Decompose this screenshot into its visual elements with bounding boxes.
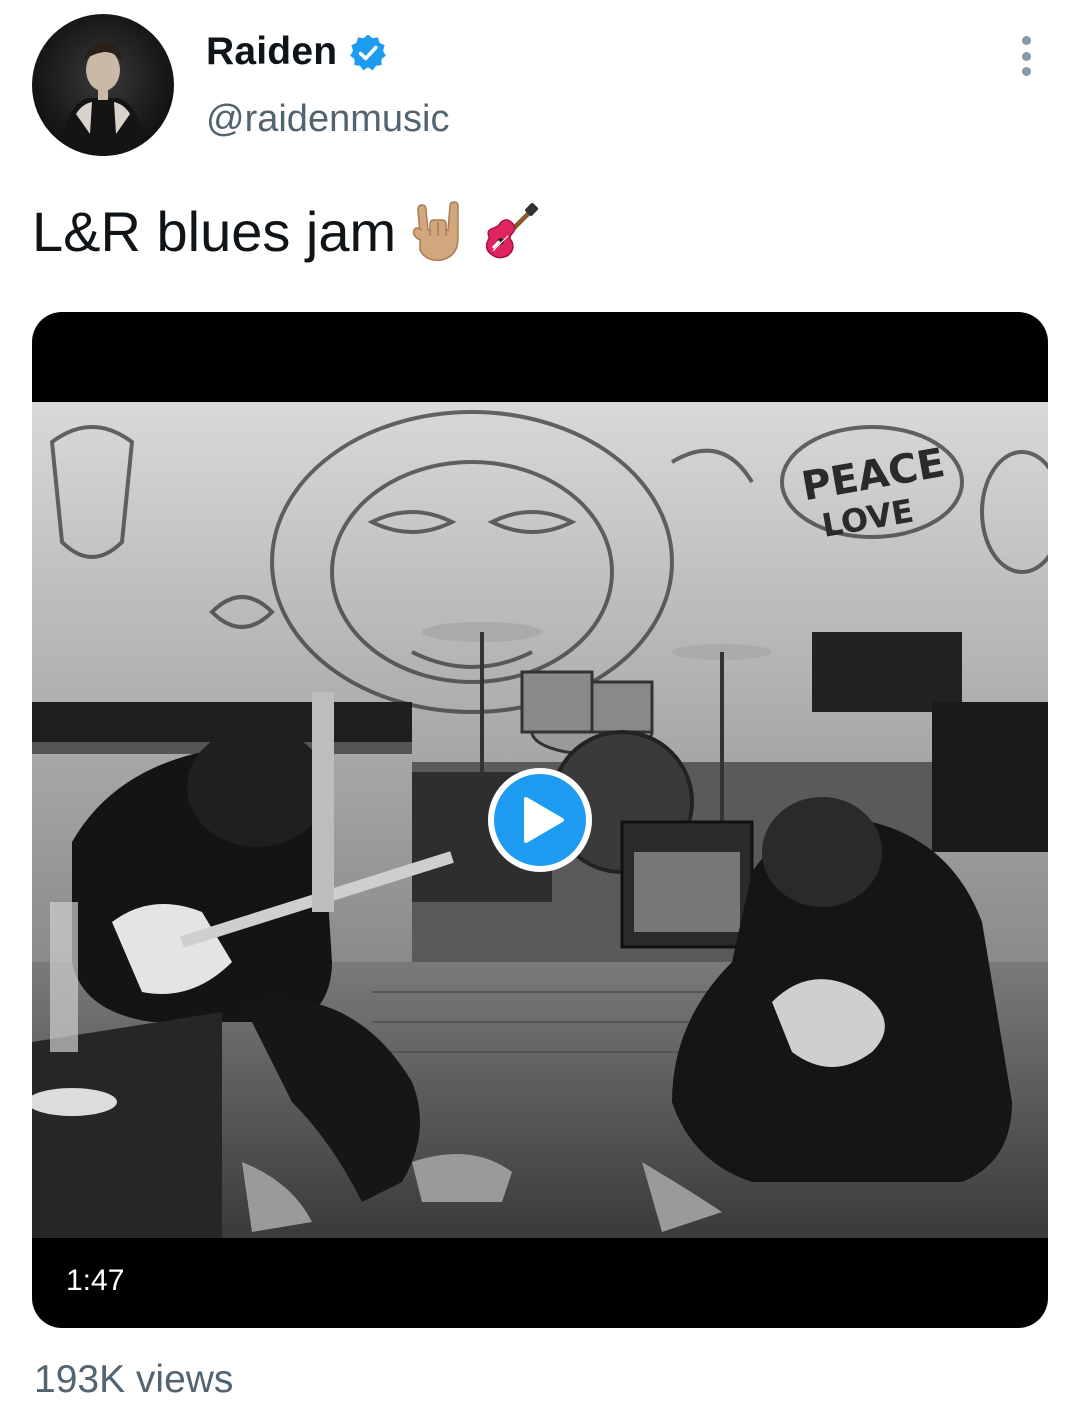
video-player[interactable]: PEACE LOVE 1:47 bbox=[32, 312, 1048, 1328]
avatar[interactable] bbox=[32, 14, 174, 156]
tweet-card: Raiden @raidenmusic L&R blues jam PEACE … bbox=[0, 0, 1080, 1422]
guitar-emoji bbox=[480, 200, 540, 264]
more-vertical-icon[interactable] bbox=[1008, 36, 1044, 76]
sign-of-the-horns-emoji bbox=[408, 200, 468, 264]
display-name[interactable]: Raiden bbox=[206, 30, 337, 74]
tweet-text-content: L&R blues jam bbox=[32, 200, 397, 263]
verified-badge-icon bbox=[348, 33, 388, 73]
user-handle[interactable]: @raidenmusic bbox=[206, 98, 449, 141]
play-button[interactable] bbox=[488, 768, 592, 872]
video-duration: 1:47 bbox=[66, 1264, 125, 1297]
tweet-text: L&R blues jam bbox=[32, 196, 540, 268]
play-icon bbox=[524, 797, 564, 843]
view-count: 193K views bbox=[34, 1358, 234, 1401]
